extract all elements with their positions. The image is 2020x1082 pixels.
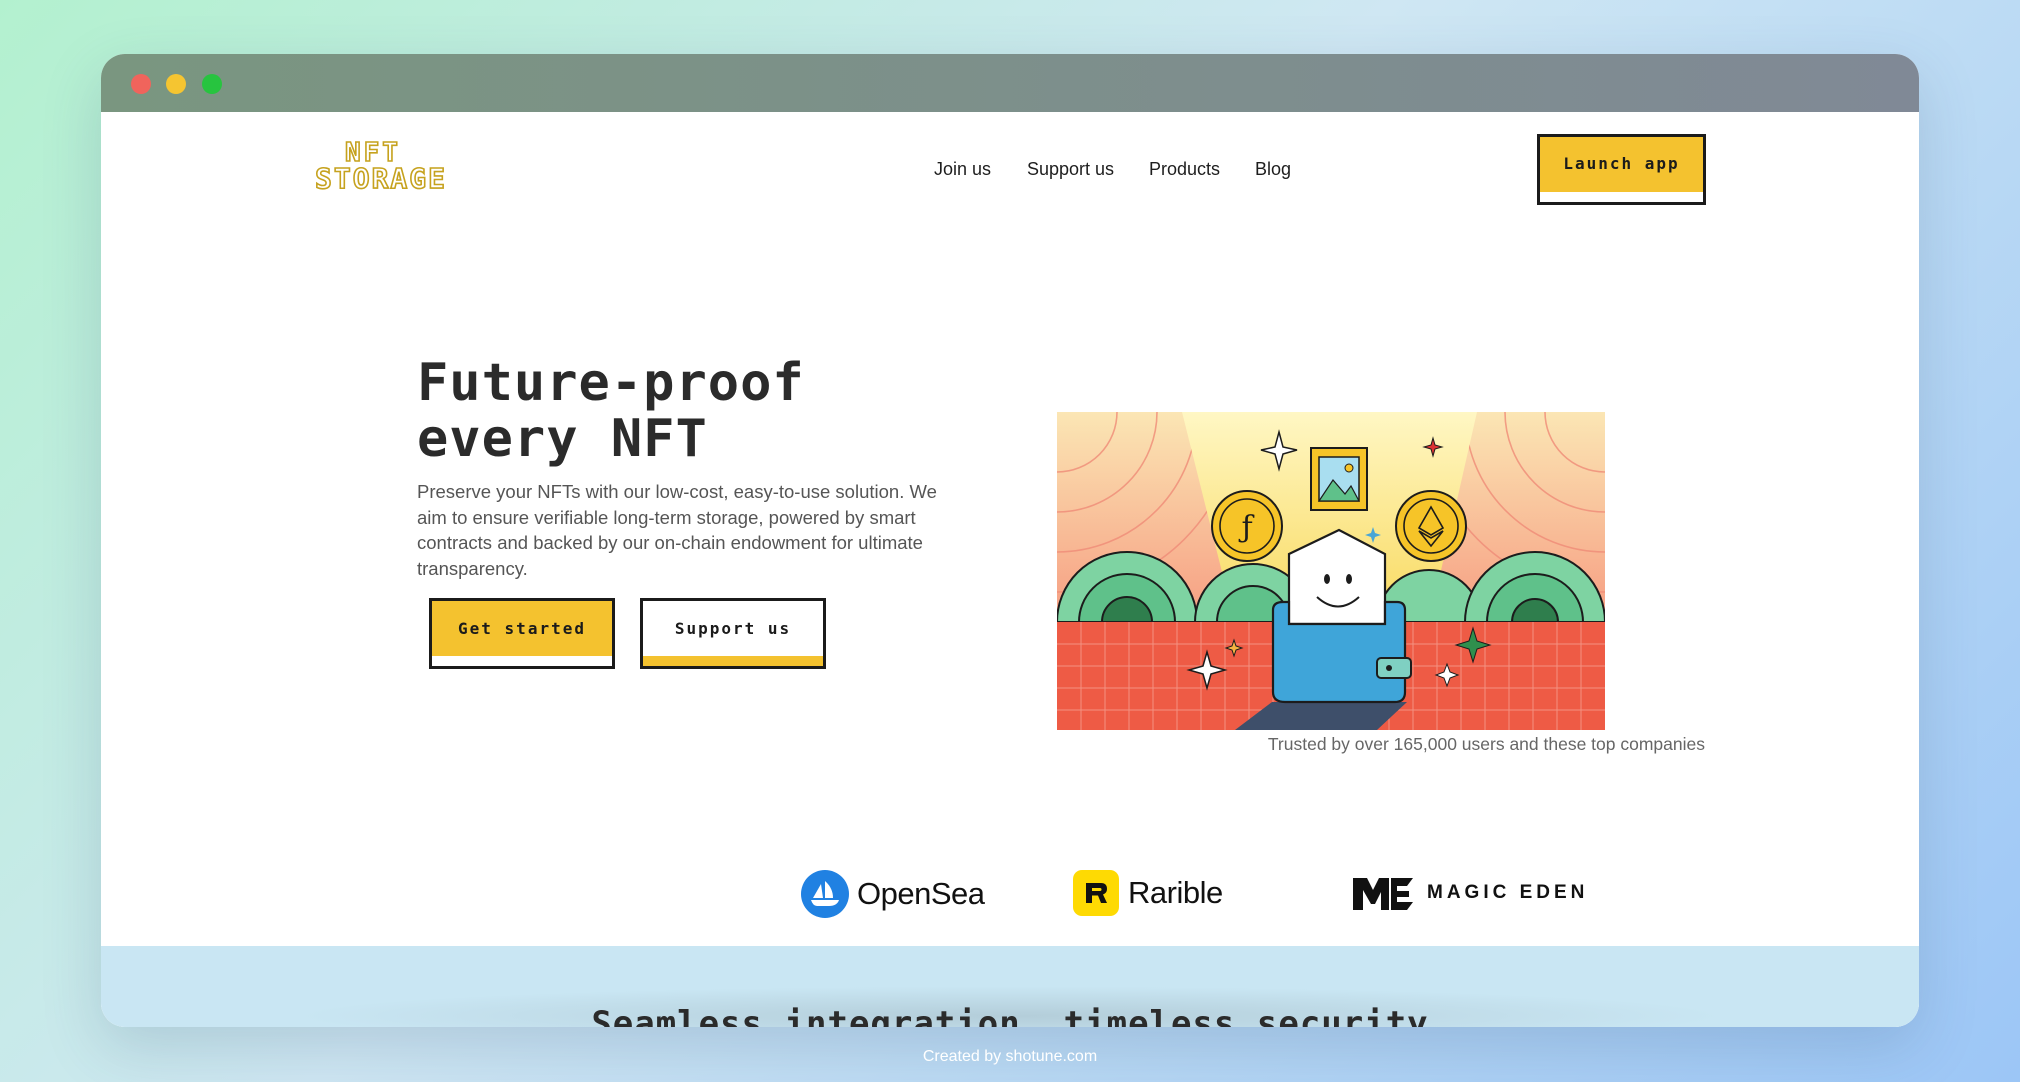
close-window-icon[interactable]: [131, 74, 151, 94]
svg-text:ƒ: ƒ: [1238, 510, 1254, 545]
integration-section-title: Seamless integration, timeless security: [591, 1004, 1429, 1027]
support-us-label: Support us: [674, 619, 792, 638]
opensea-logo[interactable]: OpenSea: [801, 870, 985, 918]
hero-title: Future-proof every NFT: [417, 355, 937, 467]
nav-join-us[interactable]: Join us: [934, 159, 991, 180]
rarible-r-icon: [1073, 870, 1119, 916]
browser-window: NFT STORAGE Join us Support us Products …: [101, 54, 1919, 1027]
wallet-illustration: ƒ: [1057, 412, 1605, 730]
footer-credit: Created by shotune.com: [922, 1048, 1098, 1065]
get-started-label: Get started: [458, 619, 586, 638]
launch-app-label: Launch app: [1563, 154, 1680, 173]
integration-section: Seamless integration, timeless security: [101, 946, 1919, 1027]
minimize-window-icon[interactable]: [166, 74, 186, 94]
magic-eden-name: MAGIC EDEN: [1427, 882, 1589, 903]
magic-eden-icon: [1353, 878, 1413, 910]
hero-description: Preserve your NFTs with our low-cost, ea…: [417, 481, 937, 579]
hero-title-line-2: every NFT: [417, 409, 708, 469]
nav-products[interactable]: Products: [1149, 159, 1220, 180]
rarible-logo[interactable]: Rarible: [1073, 870, 1223, 916]
nav-blog[interactable]: Blog: [1255, 159, 1291, 180]
support-us-button[interactable]: Support us: [640, 598, 826, 669]
opensea-boat-icon: [801, 870, 849, 918]
hero-illustration: ƒ: [1057, 412, 1605, 730]
launch-app-button[interactable]: Launch app: [1537, 134, 1706, 205]
nft-storage-logo[interactable]: NFT STORAGE: [314, 137, 446, 196]
rarible-name: Rarible: [1128, 875, 1223, 910]
page-viewport: NFT STORAGE Join us Support us Products …: [101, 112, 1919, 1027]
trusted-by-text: Trusted by over 165,000 users and these …: [1267, 734, 1705, 754]
zoom-window-icon[interactable]: [202, 74, 222, 94]
window-titlebar: [101, 54, 1919, 112]
logo-line-2: STORAGE: [314, 161, 448, 196]
nav-support-us[interactable]: Support us: [1027, 159, 1114, 180]
get-started-button[interactable]: Get started: [429, 598, 615, 669]
magic-eden-logo[interactable]: MAGIC EDEN: [1351, 874, 1588, 912]
hero-title-line-1: Future-proof: [417, 353, 805, 413]
opensea-name: OpenSea: [857, 876, 985, 911]
